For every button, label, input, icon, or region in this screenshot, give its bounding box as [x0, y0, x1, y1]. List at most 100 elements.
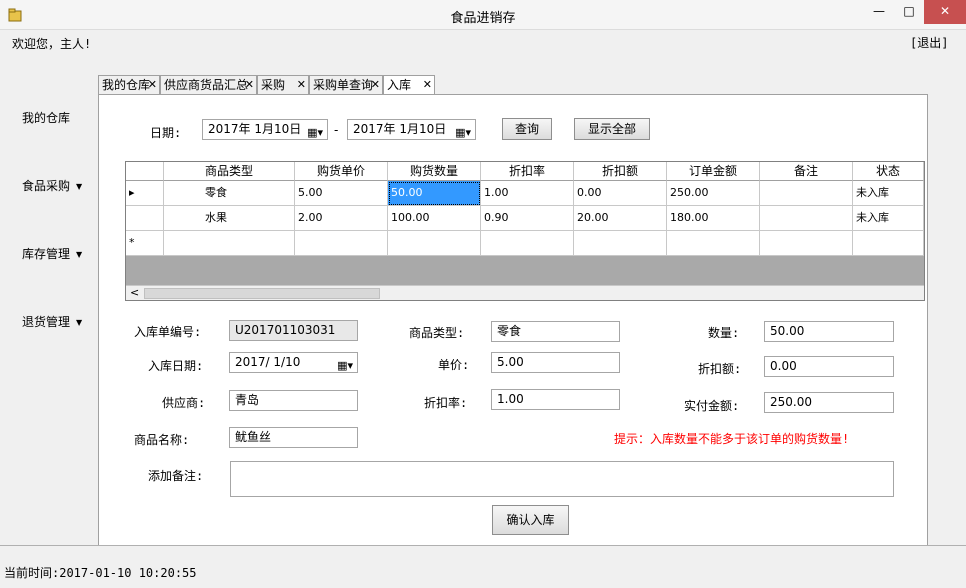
confirm-stock-in-button[interactable]: 确认入库 — [492, 505, 569, 535]
column-header[interactable]: 购货单价 — [295, 162, 388, 181]
show-all-button[interactable]: 显示全部 — [574, 118, 650, 140]
column-header[interactable]: 状态 — [853, 162, 924, 181]
tab-label: 入库 — [387, 78, 412, 92]
order-grid[interactable]: 商品类型 购货单价 购货数量 折扣率 折扣额 订单金额 备注 状态 ▸ 零食 5… — [125, 161, 925, 301]
paid-amount-field[interactable]: 250.00 — [764, 392, 894, 413]
column-header[interactable]: 商品类型 — [164, 162, 295, 181]
remark-textarea[interactable] — [230, 461, 894, 497]
dropdown-arrow-icon: ▼ — [76, 182, 83, 191]
grid-cell[interactable]: 5.00 — [295, 181, 388, 206]
date-value: 2017/ 1/10 — [235, 355, 301, 369]
unit-price-field[interactable]: 5.00 — [491, 352, 620, 373]
nav-inventory[interactable]: 库存管理 ▼ — [22, 245, 100, 262]
grid-cell[interactable]: 20.00 — [574, 206, 667, 231]
discount-amount-label: 折扣额: — [698, 362, 742, 376]
horizontal-scrollbar[interactable]: < — [126, 285, 924, 300]
tab-label: 供应商货品汇总 — [164, 78, 249, 92]
query-button[interactable]: 查询 — [502, 118, 552, 140]
grid-cell[interactable] — [481, 231, 574, 256]
dropdown-arrow-icon: ▼ — [76, 318, 83, 327]
grid-cell[interactable]: 180.00 — [667, 206, 760, 231]
column-header[interactable]: 折扣率 — [481, 162, 574, 181]
grid-cell[interactable]: 250.00 — [667, 181, 760, 206]
close-tab-icon[interactable]: ✕ — [148, 76, 157, 94]
unit-price-label: 单价: — [438, 358, 470, 372]
tab-supplier-summary[interactable]: 供应商货品汇总 ✕ — [160, 75, 257, 95]
title-bar: 食品进销存 — □ ✕ — [0, 0, 966, 30]
row-header-current[interactable]: ▸ — [126, 181, 164, 206]
quantity-field[interactable]: 50.00 — [764, 321, 894, 342]
category-field[interactable]: 零食 — [491, 321, 620, 342]
grid-cell[interactable] — [295, 231, 388, 256]
grid-cell[interactable] — [760, 206, 853, 231]
tab-my-warehouse[interactable]: 我的仓库 ✕ — [98, 75, 160, 95]
date-range-separator: - — [334, 123, 339, 137]
minimize-button[interactable]: — — [864, 0, 894, 24]
grid-cell[interactable]: 零食 — [164, 181, 295, 206]
tab-stock-in[interactable]: 入库 ✕ — [383, 75, 435, 96]
tab-order-query[interactable]: 采购单查询 ✕ — [309, 75, 383, 95]
discount-rate-field[interactable]: 1.00 — [491, 389, 620, 410]
column-header[interactable]: 购货数量 — [388, 162, 481, 181]
logout-link[interactable]: [退出] — [910, 34, 948, 51]
grid-cell[interactable]: 未入库 — [853, 206, 924, 231]
nav-returns[interactable]: 退货管理 ▼ — [22, 313, 100, 330]
tab-label: 我的仓库 — [102, 78, 151, 92]
warning-hint: 提示：入库数量不能多于该订单的购货数量! — [614, 432, 850, 446]
product-name-label: 商品名称: — [134, 433, 190, 447]
column-header[interactable]: 折扣额 — [574, 162, 667, 181]
row-header-new[interactable]: * — [126, 231, 164, 256]
grid-cell[interactable]: 0.00 — [574, 181, 667, 206]
tab-label: 采购 — [261, 78, 286, 92]
calendar-dropdown-icon[interactable]: ▦▾ — [455, 123, 471, 139]
remark-label: 添加备注: — [148, 469, 204, 483]
tab-purchase[interactable]: 采购 ✕ — [257, 75, 309, 95]
nav-label: 退货管理 — [22, 315, 71, 329]
date-label: 日期: — [150, 126, 182, 140]
nav-food-purchase[interactable]: 食品采购 ▼ — [22, 177, 100, 194]
maximize-button[interactable]: □ — [894, 0, 924, 24]
nav-label: 食品采购 — [22, 179, 71, 193]
grid-cell[interactable] — [760, 181, 853, 206]
close-tab-icon[interactable]: ✕ — [297, 76, 306, 94]
grid-cell-selected[interactable]: 50.00 — [388, 181, 481, 206]
close-button[interactable]: ✕ — [924, 0, 966, 24]
close-tab-icon[interactable]: ✕ — [423, 76, 432, 94]
order-no-label: 入库单编号: — [134, 325, 202, 339]
calendar-dropdown-icon[interactable]: ▦▾ — [337, 356, 353, 372]
grid-cell[interactable] — [760, 231, 853, 256]
product-name-field[interactable]: 鱿鱼丝 — [229, 427, 358, 448]
date-from-picker[interactable]: 2017年 1月10日 ▦▾ — [202, 119, 328, 140]
discount-amount-field[interactable]: 0.00 — [764, 356, 894, 377]
order-no-field[interactable]: U201701103031 — [229, 320, 358, 341]
scrollbar-thumb[interactable] — [144, 288, 380, 299]
stock-in-date-picker[interactable]: 2017/ 1/10 ▦▾ — [229, 352, 358, 373]
quantity-label: 数量: — [708, 326, 740, 340]
grid-cell[interactable] — [853, 231, 924, 256]
stock-in-date-label: 入库日期: — [148, 359, 204, 373]
row-header[interactable] — [126, 206, 164, 231]
dropdown-arrow-icon: ▼ — [76, 250, 83, 259]
nav-label: 库存管理 — [22, 247, 71, 261]
column-header[interactable]: 订单金额 — [667, 162, 760, 181]
paid-amount-label: 实付金额: — [684, 399, 740, 413]
grid-cell[interactable]: 1.00 — [481, 181, 574, 206]
supplier-field[interactable]: 青岛 — [229, 390, 358, 411]
grid-cell[interactable]: 0.90 — [481, 206, 574, 231]
grid-cell[interactable]: 100.00 — [388, 206, 481, 231]
column-header[interactable]: 备注 — [760, 162, 853, 181]
grid-cell[interactable]: 未入库 — [853, 181, 924, 206]
grid-cell[interactable] — [164, 231, 295, 256]
close-tab-icon[interactable]: ✕ — [245, 76, 254, 94]
calendar-dropdown-icon[interactable]: ▦▾ — [307, 123, 323, 139]
grid-cell[interactable] — [667, 231, 760, 256]
grid-cell[interactable] — [574, 231, 667, 256]
nav-my-warehouse[interactable]: 我的仓库 — [22, 109, 100, 126]
scroll-left-arrow-icon[interactable]: < — [130, 286, 139, 299]
date-value: 2017年 1月10日 — [208, 122, 302, 136]
grid-cell[interactable]: 2.00 — [295, 206, 388, 231]
grid-cell[interactable]: 水果 — [164, 206, 295, 231]
grid-cell[interactable] — [388, 231, 481, 256]
close-tab-icon[interactable]: ✕ — [371, 76, 380, 94]
date-to-picker[interactable]: 2017年 1月10日 ▦▾ — [347, 119, 476, 140]
